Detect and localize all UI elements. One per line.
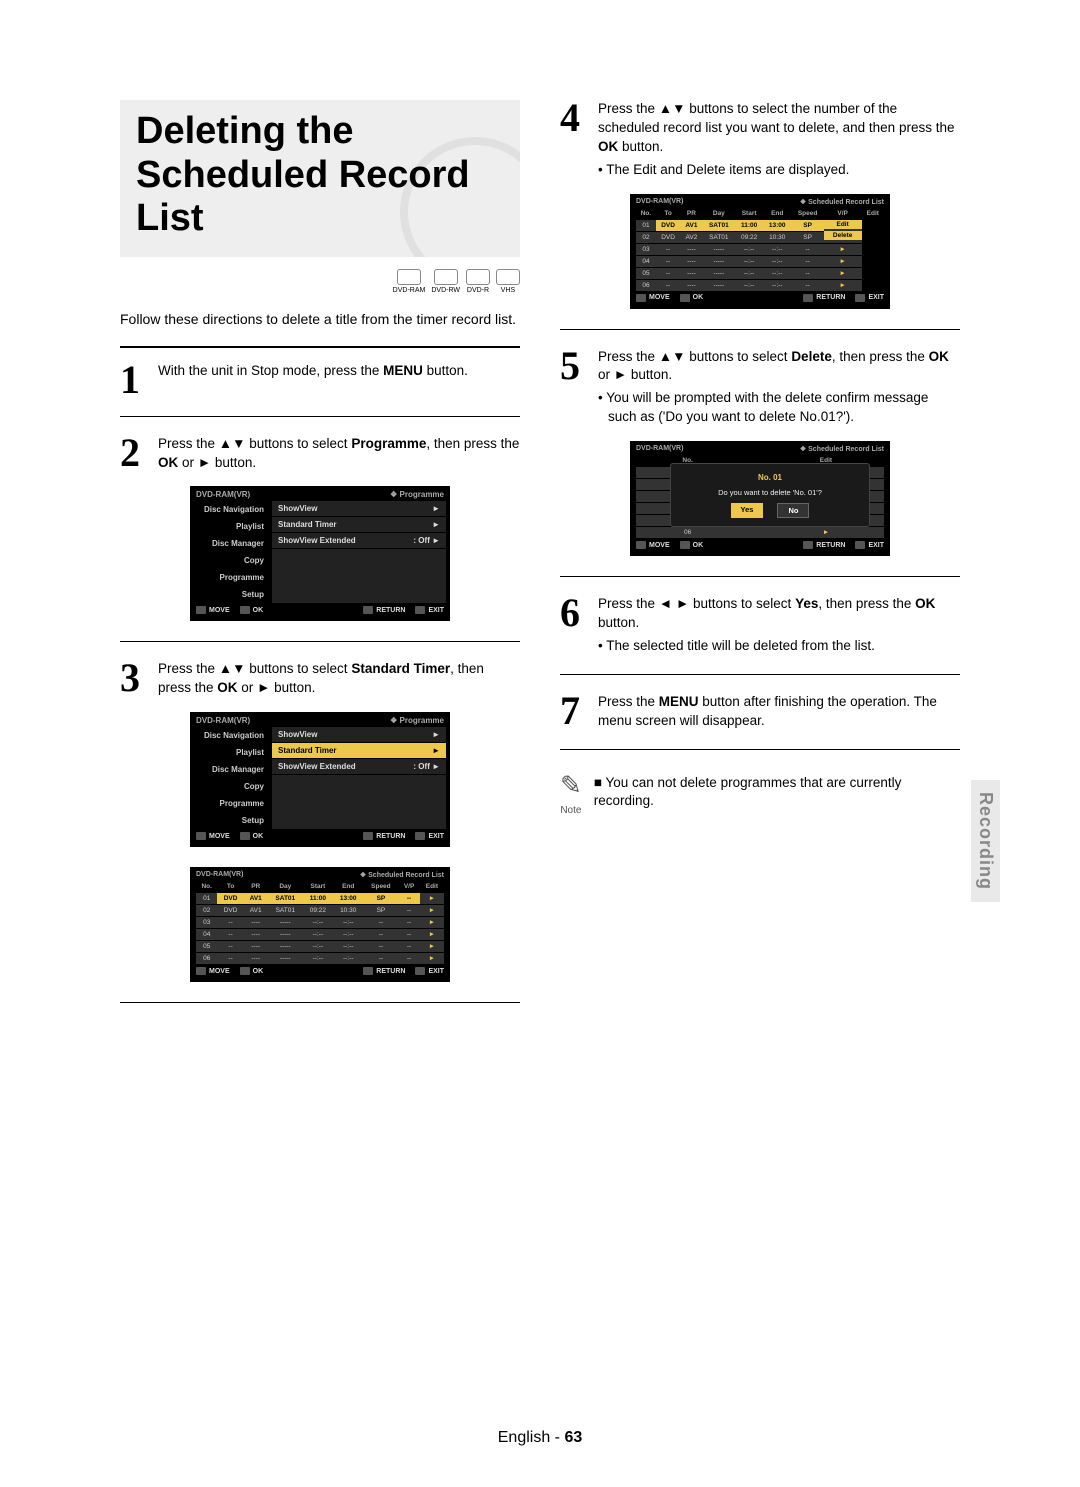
media-badges-row: DVD-RAMDVD-RWDVD-RVHS [120, 269, 520, 294]
note-text: You can not delete programmes that are c… [594, 770, 960, 812]
section-tab-recording: Recording [971, 780, 1000, 902]
title-panel: Deleting the Scheduled Record List [120, 100, 520, 257]
step-number: 7 [560, 693, 590, 729]
step-2: 2 Press the ▲▼ buttons to select Program… [120, 435, 520, 473]
media-badge-dvd-rw: DVD-RW [431, 269, 460, 294]
step-text: Press the ▲▼ buttons to select Standard … [158, 660, 520, 698]
step-1: 1 With the unit in Stop mode, press the … [120, 362, 520, 398]
note-label: Note [560, 805, 581, 816]
step-number: 3 [120, 660, 150, 696]
step-text: Press the MENU button after finishing th… [598, 693, 960, 731]
osd-delete-dialog: DVD-RAM(VR)❖ Scheduled Record ListNo.Edi… [630, 441, 890, 556]
step-6: 6 Press the ◄ ► buttons to select Yes, t… [560, 595, 960, 656]
footer-page-number: 63 [564, 1429, 582, 1446]
dialog-yes-button[interactable]: Yes [731, 503, 764, 518]
osd-scheduled-list-edit: DVD-RAM(VR)❖ Scheduled Record ListNo.ToP… [630, 194, 890, 309]
step-number: 1 [120, 362, 150, 398]
step-number: 5 [560, 348, 590, 384]
step-number: 4 [560, 100, 590, 136]
step-text: With the unit in Stop mode, press the ME… [158, 362, 520, 381]
media-badge-vhs: VHS [496, 269, 520, 294]
step-text: Press the ▲▼ buttons to select the numbe… [598, 100, 960, 180]
footer-language: English [498, 1429, 550, 1446]
osd-programme-menu-selected: DVD-RAM(VR)❖ ProgrammeDisc NavigationPla… [190, 712, 450, 847]
step-text: Press the ◄ ► buttons to select Yes, the… [598, 595, 960, 656]
media-badge-dvd-ram: DVD-RAM [393, 269, 426, 294]
note-block: ✎ Note You can not delete programmes tha… [560, 770, 960, 816]
page-footer: English - 63 [0, 1429, 1080, 1447]
step-text: Press the ▲▼ buttons to select Programme… [158, 435, 520, 473]
step-number: 6 [560, 595, 590, 631]
step-text: Press the ▲▼ buttons to select Delete, t… [598, 348, 960, 428]
dialog-no-button[interactable]: No [777, 503, 809, 518]
note-icon: ✎ [560, 770, 582, 801]
dialog-title: No. 01 [758, 473, 782, 482]
step-number: 2 [120, 435, 150, 471]
osd-scheduled-list: DVD-RAM(VR)❖ Scheduled Record ListNo.ToP… [190, 867, 450, 982]
step-7: 7 Press the MENU button after finishing … [560, 693, 960, 731]
step-3: 3 Press the ▲▼ buttons to select Standar… [120, 660, 520, 698]
step-5: 5 Press the ▲▼ buttons to select Delete,… [560, 348, 960, 428]
step-4: 4 Press the ▲▼ buttons to select the num… [560, 100, 960, 180]
intro-text: Follow these directions to delete a titl… [120, 310, 520, 330]
delete-confirm-dialog: No. 01 Do you want to delete 'No. 01'? Yes… [670, 463, 870, 527]
osd-programme-menu: DVD-RAM(VR)❖ ProgrammeDisc NavigationPla… [190, 486, 450, 621]
dialog-message: Do you want to delete 'No. 01'? [718, 488, 822, 497]
media-badge-dvd-r: DVD-R [466, 269, 490, 294]
